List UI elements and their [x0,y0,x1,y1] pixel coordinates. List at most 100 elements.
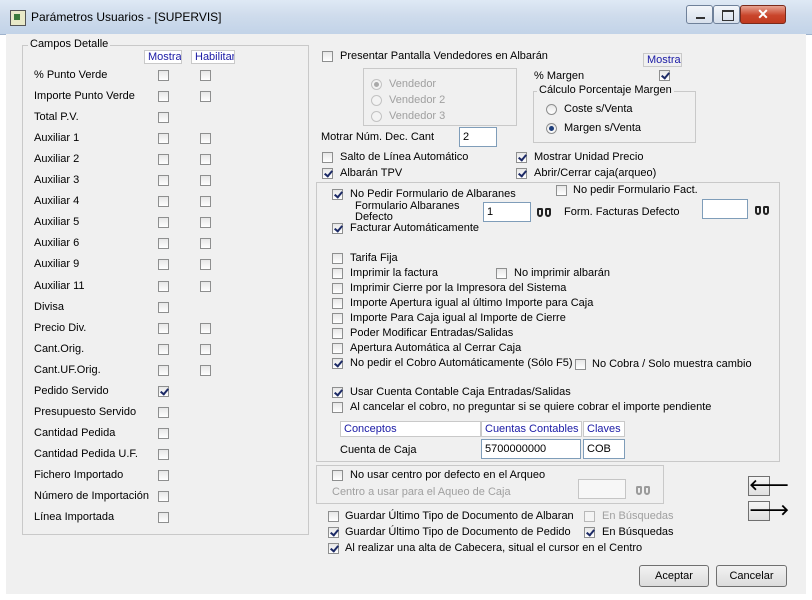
calculo-margen-legend: Cálculo Porcentaje Margen [537,84,674,96]
apertura-auto-checkbox[interactable] [332,343,343,354]
en-busquedas-1-checkbox[interactable] [584,511,595,522]
campo-mostrar-checkbox[interactable] [158,449,169,460]
albaran-tpv-checkbox[interactable] [322,168,333,179]
campo-habilitar-checkbox[interactable] [200,154,211,165]
campo-mostrar-checkbox[interactable] [158,175,169,186]
campo-habilitar-checkbox[interactable] [200,238,211,249]
usar-cuenta-checkbox[interactable] [332,387,343,398]
campo-label: Total P.V. [34,111,79,123]
campo-mostrar-checkbox[interactable] [158,133,169,144]
campo-habilitar-checkbox[interactable] [200,175,211,186]
campo-mostrar-checkbox[interactable] [158,281,169,292]
guardar-tipo-pedido-label: Guardar Último Tipo de Documento de Pedi… [345,526,571,538]
poder-modificar-label: Poder Modificar Entradas/Salidas [350,327,514,339]
tarifa-fija-checkbox[interactable] [332,253,343,264]
form-facturas-input[interactable] [702,199,748,219]
guardar-tipo-pedido-checkbox[interactable] [328,527,339,538]
campo-habilitar-checkbox[interactable] [200,196,211,207]
campo-habilitar-checkbox[interactable] [200,91,211,102]
form-facturas-label: Form. Facturas Defecto [564,206,680,218]
no-usar-centro-label: No usar centro por defecto en el Arqueo [350,469,546,481]
table-cell-clave[interactable]: COB [583,439,625,459]
campo-mostrar-checkbox[interactable] [158,512,169,523]
guardar-tipo-albaran-checkbox[interactable] [328,511,339,522]
facturar-auto-checkbox[interactable] [332,223,343,234]
no-imprimir-albaran-checkbox[interactable] [496,268,507,279]
campo-mostrar-checkbox[interactable] [158,365,169,376]
campo-mostrar-checkbox[interactable] [158,407,169,418]
next-button[interactable]: 🡒 [748,501,789,521]
no-pedir-form-fact-checkbox[interactable] [556,185,567,196]
margen-mostrar-checkbox[interactable] [659,70,670,81]
imprimir-cierre-checkbox[interactable] [332,283,343,294]
decimales-input[interactable]: 2 [459,127,497,147]
campo-label: Auxiliar 11 [34,280,85,292]
cancelar-button[interactable]: Cancelar [716,565,787,587]
campo-mostrar-checkbox[interactable] [158,91,169,102]
prev-button[interactable]: 🡐 [748,476,789,496]
campo-mostrar-checkbox[interactable] [158,196,169,207]
abrir-cerrar-caja-checkbox[interactable] [516,168,527,179]
campo-mostrar-checkbox[interactable] [158,217,169,228]
importe-para-caja-checkbox[interactable] [332,313,343,324]
importe-apertura-checkbox[interactable] [332,298,343,309]
campo-mostrar-checkbox[interactable] [158,491,169,502]
close-button[interactable]: ✕ [740,5,786,24]
campo-label: Auxiliar 2 [34,153,80,165]
en-busquedas-2-checkbox[interactable] [584,527,595,538]
vendedor-radio-1[interactable] [371,79,382,90]
no-usar-centro-checkbox[interactable] [332,470,343,481]
campo-habilitar-checkbox[interactable] [200,344,211,355]
alta-cabecera-checkbox[interactable] [328,543,339,554]
campo-mostrar-checkbox[interactable] [158,238,169,249]
aceptar-label: Aceptar [655,570,693,582]
no-cobra-checkbox[interactable] [575,359,586,370]
campo-habilitar-checkbox[interactable] [200,70,211,81]
campo-mostrar-checkbox[interactable] [158,259,169,270]
campo-mostrar-checkbox[interactable] [158,344,169,355]
no-pedir-cobro-checkbox[interactable] [332,358,343,369]
campo-mostrar-checkbox[interactable] [158,302,169,313]
campo-mostrar-checkbox[interactable] [158,154,169,165]
campo-habilitar-checkbox[interactable] [200,323,211,334]
campo-label: Cantidad Pedida U.F. [34,448,138,460]
campo-habilitar-checkbox[interactable] [200,259,211,270]
campo-mostrar-checkbox[interactable] [158,386,169,397]
margen-venta-radio[interactable] [546,123,557,134]
binoculars-icon[interactable] [635,483,653,497]
presentar-vendedores-checkbox[interactable] [322,51,333,62]
form-albaranes-input[interactable]: 1 [483,202,531,222]
aceptar-button[interactable]: Aceptar [639,565,709,587]
campo-mostrar-checkbox[interactable] [158,323,169,334]
campo-habilitar-checkbox[interactable] [200,217,211,228]
no-pedir-form-albaranes-checkbox[interactable] [332,189,343,200]
campo-mostrar-checkbox[interactable] [158,470,169,481]
maximize-button[interactable] [713,5,740,24]
campo-habilitar-checkbox[interactable] [200,365,211,376]
campo-mostrar-checkbox[interactable] [158,428,169,439]
campo-habilitar-checkbox[interactable] [200,281,211,292]
campo-habilitar-checkbox[interactable] [200,133,211,144]
campo-label: Cantidad Pedida [34,427,116,439]
imprimir-cierre-label: Imprimir Cierre por la Impresora del Sis… [350,282,567,294]
mostrar-unidad-precio-checkbox[interactable] [516,152,527,163]
decimales-label: Motrar Núm. Dec. Cant [321,131,435,143]
campo-mostrar-checkbox[interactable] [158,112,169,123]
minimize-button[interactable] [686,5,713,24]
campo-mostrar-checkbox[interactable] [158,70,169,81]
vendedor-radio-3[interactable] [371,111,382,122]
campo-label: Importe Punto Verde [34,90,135,102]
salto-linea-checkbox[interactable] [322,152,333,163]
coste-venta-radio[interactable] [546,104,557,115]
centro-input[interactable] [578,479,626,499]
binoculars-icon[interactable] [536,205,554,219]
poder-modificar-checkbox[interactable] [332,328,343,339]
table-cell-cuenta[interactable]: 5700000000 [481,439,581,459]
binoculars-icon[interactable] [754,203,772,217]
vendedor-radio-2[interactable] [371,95,382,106]
abrir-cerrar-caja-label: Abrir/Cerrar caja(arqueo) [534,167,657,179]
imprimir-factura-checkbox[interactable] [332,268,343,279]
usar-cuenta-label: Usar Cuenta Contable Caja Entradas/Salid… [350,386,571,398]
table-header-cuentas: Cuentas Contables [481,421,582,437]
al-cancelar-checkbox[interactable] [332,402,343,413]
